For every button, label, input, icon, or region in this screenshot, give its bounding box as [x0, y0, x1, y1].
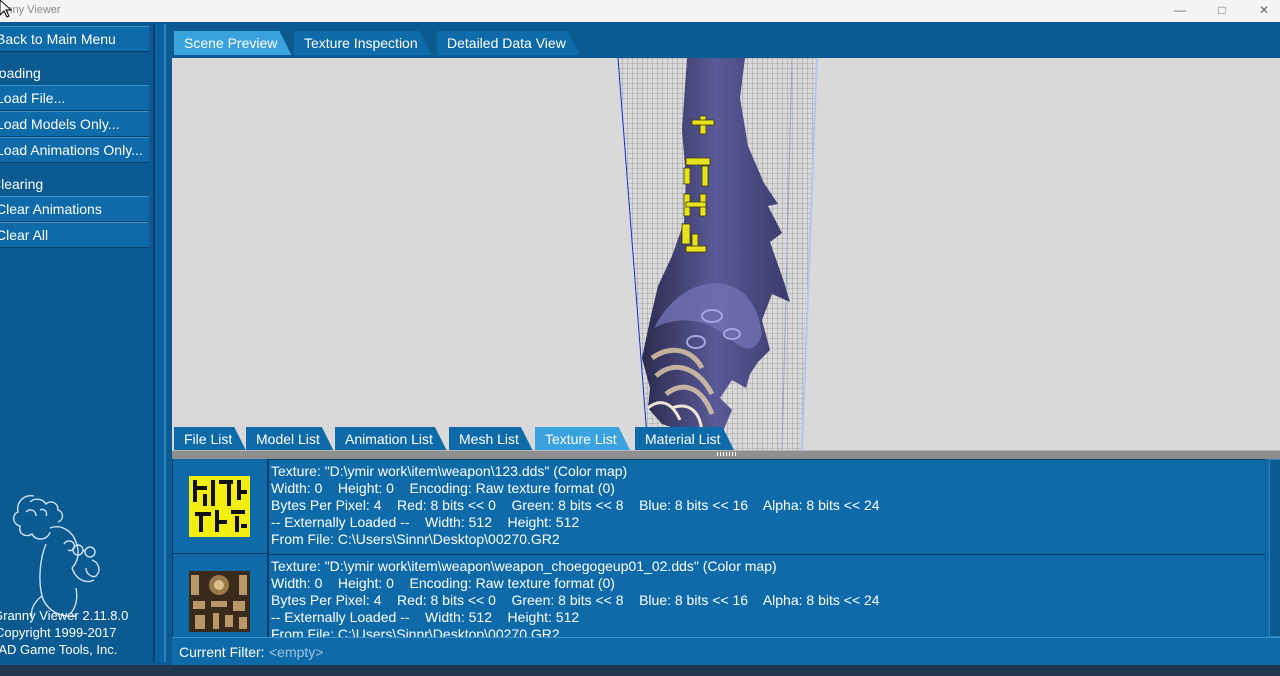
texture-path: Texture: "D:\ymir work\item\weapon\123.d… — [271, 463, 628, 479]
texture-source-file: From File: C:\Users\Sinnr\Desktop\00270.… — [271, 531, 560, 547]
tab-texture-list[interactable]: Texture List — [535, 427, 631, 451]
list-item[interactable]: Texture: "D:\ymir work\item\weapon\123.d… — [173, 459, 1265, 555]
texture-dimensions: Width: 0 Height: 0 Encoding: Raw texture… — [271, 575, 615, 591]
back-to-main-menu-button[interactable]: Back to Main Menu — [0, 26, 149, 52]
texture-format: Bytes Per Pixel: 4 Red: 8 bits << 0 Gree… — [271, 497, 880, 513]
clear-all-button[interactable]: Clear All — [0, 222, 149, 248]
texture-thumbnail-icon — [189, 476, 250, 537]
current-filter-value[interactable]: <empty> — [269, 638, 323, 666]
list-tabs: File List Model List Animation List Mesh… — [170, 427, 1280, 451]
clear-animations-button[interactable]: Clear Animations — [0, 196, 149, 222]
tab-animation-list[interactable]: Animation List — [335, 427, 447, 451]
scene-preview-viewport[interactable] — [172, 58, 1280, 454]
texture-external: -- Externally Loaded -- Width: 512 Heigh… — [271, 514, 580, 530]
texture-thumbnail-icon — [189, 571, 250, 632]
texture-list: Texture: "D:\ymir work\item\weapon\123.d… — [172, 459, 1265, 637]
tab-material-list[interactable]: Material List — [635, 427, 734, 451]
version-text: Granny Viewer 2.11.8.0 — [0, 608, 129, 623]
tab-mesh-list[interactable]: Mesh List — [449, 427, 533, 451]
window-titlebar: Granny Viewer — □ ✕ — [0, 0, 1280, 22]
vertical-splitter[interactable] — [150, 22, 170, 665]
clearing-section-title: Clearing — [0, 176, 44, 192]
texture-info: Texture: "D:\ymir work\item\weapon\123.d… — [268, 459, 1265, 555]
maximize-button[interactable]: □ — [1200, 0, 1244, 22]
texture-dimensions: Width: 0 Height: 0 Encoding: Raw texture… — [271, 480, 615, 496]
texture-thumbnail-cell — [173, 459, 268, 554]
texture-path: Texture: "D:\ymir work\item\weapon\weapo… — [271, 558, 777, 574]
left-menu-panel: Back to Main Menu Loading Load File... L… — [0, 22, 150, 665]
granny-logo-icon — [13, 495, 100, 619]
minimize-button[interactable]: — — [1158, 0, 1202, 22]
loading-section-title: Loading — [0, 65, 41, 81]
texture-external: -- Externally Loaded -- Width: 512 Heigh… — [271, 609, 580, 625]
list-item[interactable]: Texture: "D:\ymir work\item\weapon\weapo… — [173, 554, 1265, 637]
load-file-button[interactable]: Load File... — [0, 85, 149, 111]
load-models-only-button[interactable]: Load Models Only... — [0, 111, 149, 137]
texture-info: Texture: "D:\ymir work\item\weapon\weapo… — [268, 554, 1265, 637]
texture-source-file: From File: C:\Users\Sinnr\Desktop\00270.… — [271, 626, 560, 637]
texture-format: Bytes Per Pixel: 4 Red: 8 bits << 0 Gree… — [271, 592, 880, 608]
texture-list-scrollbar[interactable] — [1266, 459, 1280, 637]
status-bar — [0, 665, 1280, 676]
texture-thumbnail-cell — [173, 554, 268, 637]
current-filter-label: Current Filter: — [179, 644, 265, 660]
tab-model-list[interactable]: Model List — [246, 427, 334, 451]
load-animations-only-button[interactable]: Load Animations Only... — [0, 137, 149, 163]
close-button[interactable]: ✕ — [1242, 0, 1280, 22]
tab-detailed-data-view[interactable]: Detailed Data View — [437, 31, 580, 55]
company-text: RAD Game Tools, Inc. — [0, 642, 118, 657]
tab-scene-preview[interactable]: Scene Preview — [174, 31, 291, 55]
filter-bar: Current Filter: <empty> — [172, 637, 1280, 666]
tab-file-list[interactable]: File List — [174, 427, 246, 451]
tab-texture-inspection[interactable]: Texture Inspection — [294, 31, 432, 55]
copyright-text: Copyright 1999-2017 — [0, 625, 117, 640]
view-tabs: Scene Preview Texture Inspection Detaile… — [170, 22, 1280, 58]
mouse-cursor-icon — [0, 0, 12, 18]
